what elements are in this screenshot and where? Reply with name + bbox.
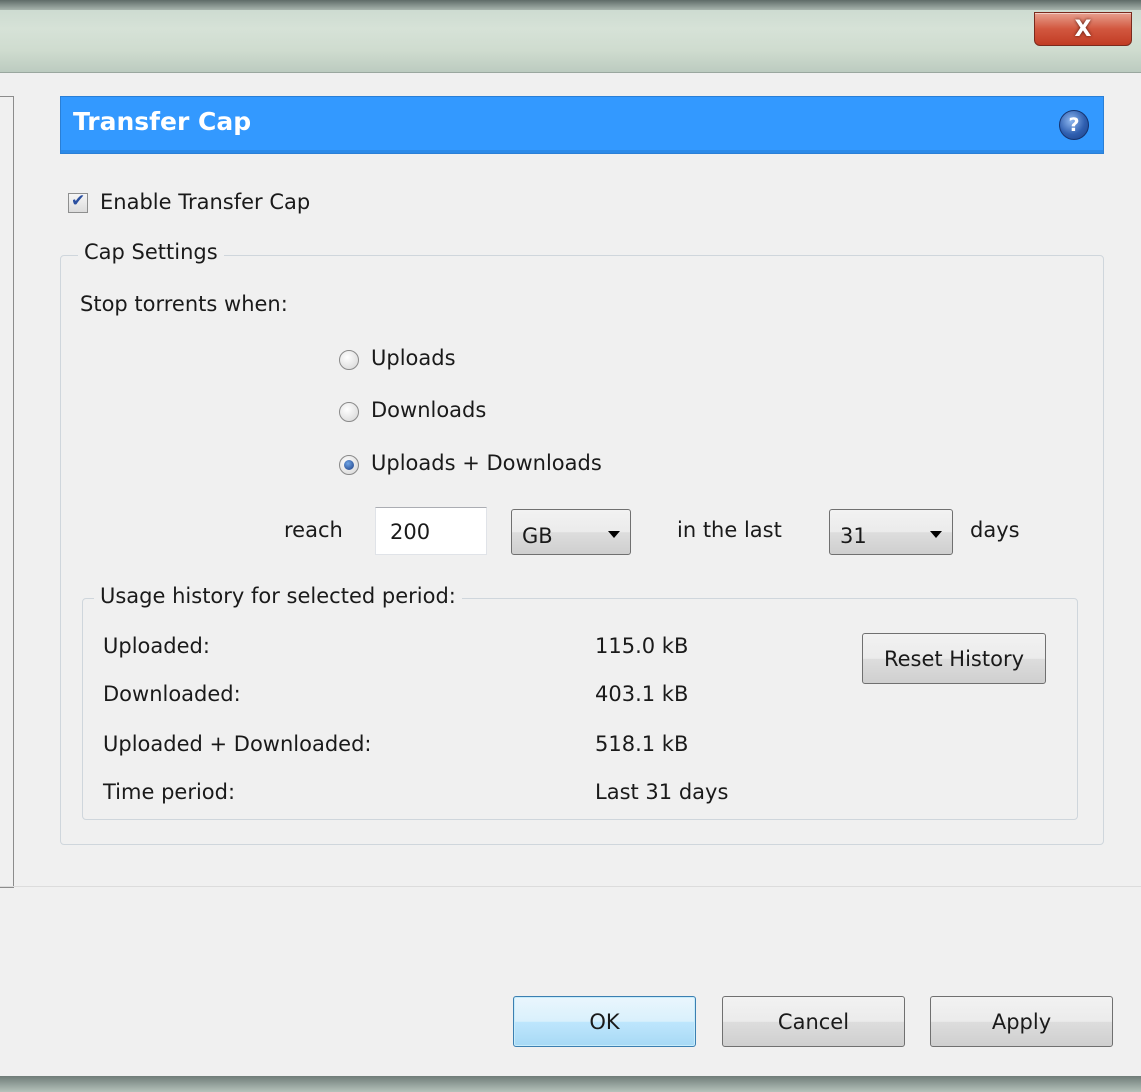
- enable-transfer-cap-label[interactable]: Enable Transfer Cap: [100, 190, 310, 214]
- downloaded-value: 403.1 kB: [595, 682, 689, 706]
- reach-label: reach: [284, 518, 343, 542]
- radio-uploads-label[interactable]: Uploads: [371, 346, 456, 370]
- window-bottom-frame: [0, 1076, 1141, 1092]
- downloaded-label: Downloaded:: [103, 682, 241, 706]
- radio-downloads[interactable]: [339, 402, 359, 422]
- days-select-value: 31: [840, 524, 867, 548]
- page-title: Transfer Cap: [73, 107, 252, 136]
- uploaded-value: 115.0 kB: [595, 634, 689, 658]
- cap-amount-input[interactable]: 200: [375, 507, 487, 555]
- uploaded-label: Uploaded:: [103, 634, 210, 658]
- cancel-button[interactable]: Cancel: [722, 996, 905, 1047]
- close-icon: X: [1074, 16, 1092, 42]
- chevron-down-icon: [608, 531, 620, 538]
- window-titlebar: X: [0, 0, 1141, 73]
- in-the-last-label: in the last: [677, 518, 782, 542]
- help-icon[interactable]: ?: [1059, 110, 1089, 140]
- sidebar-panel-edge: [0, 96, 14, 888]
- uploaded-downloaded-value: 518.1 kB: [595, 732, 689, 756]
- usage-history-legend: Usage history for selected period:: [94, 584, 462, 608]
- enable-transfer-cap-checkbox[interactable]: [68, 191, 88, 213]
- days-select[interactable]: 31: [829, 509, 953, 555]
- time-period-value: Last 31 days: [595, 780, 729, 804]
- cap-settings-legend: Cap Settings: [78, 240, 224, 264]
- unit-select-value: GB: [522, 524, 553, 548]
- radio-downloads-label[interactable]: Downloads: [371, 398, 486, 422]
- apply-button[interactable]: Apply: [930, 996, 1113, 1047]
- close-button[interactable]: X: [1034, 12, 1132, 46]
- unit-select[interactable]: GB: [511, 509, 631, 555]
- time-period-label: Time period:: [103, 780, 236, 804]
- chevron-down-icon: [930, 531, 942, 538]
- section-header: Transfer Cap ?: [60, 96, 1104, 154]
- days-label: days: [970, 518, 1020, 542]
- uploaded-downloaded-label: Uploaded + Downloaded:: [103, 732, 372, 756]
- radio-uploads-downloads[interactable]: [339, 455, 359, 475]
- ok-button[interactable]: OK: [513, 996, 696, 1047]
- radio-uploads-downloads-label[interactable]: Uploads + Downloads: [371, 451, 602, 475]
- stop-torrents-label: Stop torrents when:: [80, 292, 288, 316]
- footer-divider: [0, 886, 1141, 887]
- reset-history-button[interactable]: Reset History: [862, 633, 1046, 684]
- radio-uploads[interactable]: [339, 350, 359, 370]
